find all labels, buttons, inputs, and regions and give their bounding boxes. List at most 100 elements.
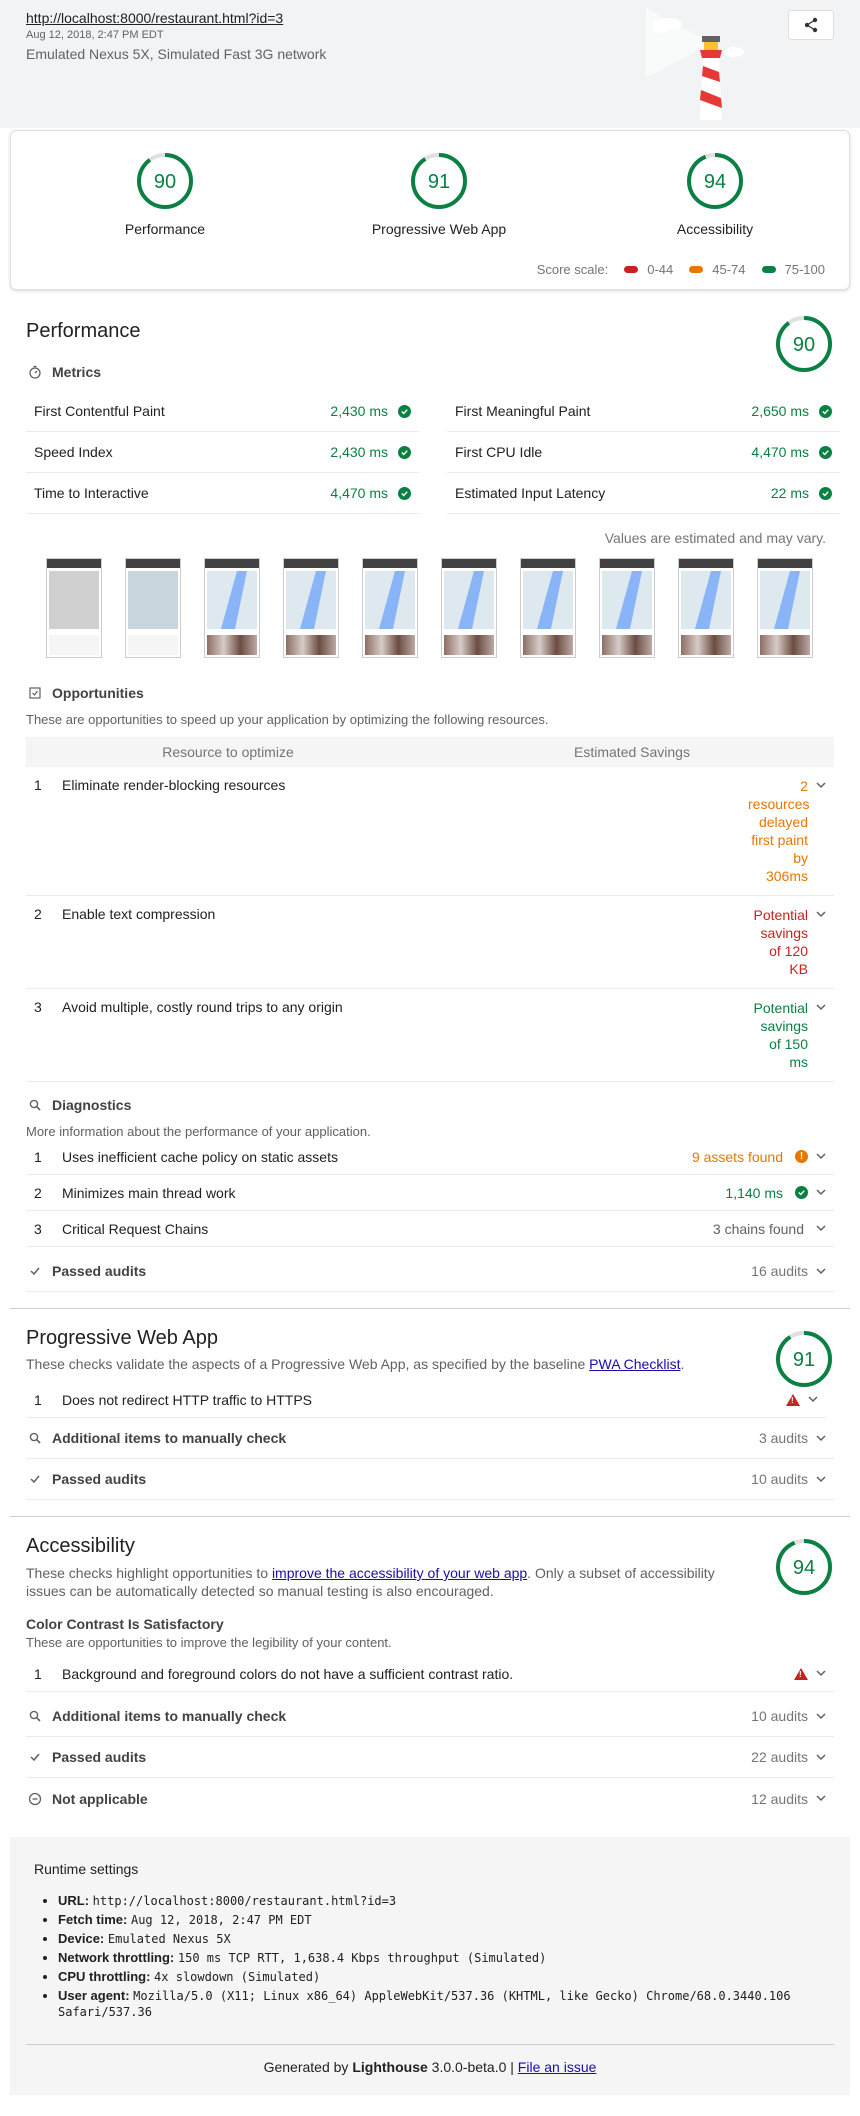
- runtime-value: Aug 12, 2018, 2:47 PM EDT: [130, 1913, 312, 1927]
- a11y-guide-link[interactable]: improve the accessibility of your web ap…: [272, 1565, 527, 1581]
- passed-label: Passed audits: [52, 1471, 147, 1487]
- accessibility-section: Accessibility 94 These checks highlight …: [0, 1535, 860, 1819]
- chevron-down-icon[interactable]: [808, 1712, 834, 1720]
- passed-label: Passed audits: [52, 1749, 147, 1765]
- pwa-description: These checks validate the aspects of a P…: [26, 1356, 834, 1372]
- scores-summary-card: 90 Performance 91 Progressive Web App 94…: [10, 130, 850, 290]
- passed-audits-row[interactable]: Passed audits 10 audits: [26, 1459, 834, 1500]
- score-value: 91: [428, 171, 450, 193]
- lighthouse-illustration-icon: [646, 8, 744, 120]
- score-value: 90: [154, 171, 176, 193]
- desc-text: These checks highlight opportunities to: [26, 1565, 272, 1581]
- metric-row: First Meaningful Paint 2,650 ms: [447, 391, 840, 432]
- diagnostic-value: 9 assets found: [691, 1148, 783, 1165]
- chevron-down-icon[interactable]: [808, 777, 834, 885]
- runtime-key: User agent:: [58, 1988, 130, 2003]
- runtime-item: User agent: Mozilla/5.0 (X11; Linux x86_…: [58, 1988, 834, 2020]
- passed-count: 10 audits: [751, 1471, 808, 1487]
- runtime-value: http://localhost:8000/restaurant.html?id…: [92, 1894, 397, 1908]
- opportunities-label: Opportunities: [52, 685, 144, 701]
- chevron-down-icon[interactable]: [808, 1670, 834, 1677]
- diagnostics-desc: More information about the performance o…: [26, 1124, 371, 1139]
- share-button[interactable]: [788, 10, 834, 40]
- passed-audits-row[interactable]: Passed audits 16 audits: [26, 1251, 834, 1292]
- row-number: 3: [34, 1220, 42, 1237]
- metric-name: First Contentful Paint: [34, 403, 165, 419]
- manual-label: Additional items to manually check: [52, 1708, 287, 1724]
- chevron-down-icon[interactable]: [808, 1153, 834, 1160]
- chevron-down-icon[interactable]: [808, 1795, 834, 1802]
- chevron-down-icon[interactable]: [808, 1267, 834, 1275]
- section-title: Progressive Web App: [26, 1327, 218, 1349]
- score-ring: 90: [137, 153, 193, 209]
- group-description: These are opportunities to improve the l…: [26, 1635, 392, 1650]
- performance-section: Performance 90 Metrics First Contentful …: [0, 316, 860, 1292]
- filmstrip-frame: [46, 558, 102, 658]
- metric-name: Time to Interactive: [34, 485, 149, 501]
- pass-check-icon: [398, 445, 411, 459]
- chevron-down-icon[interactable]: [800, 1396, 826, 1403]
- pwa-checklist-link[interactable]: PWA Checklist: [589, 1356, 680, 1372]
- diagnostic-row[interactable]: 3 Critical Request Chains 3 chains found: [26, 1211, 834, 1247]
- opportunity-row[interactable]: 1 Eliminate render-blocking resources 2 …: [26, 767, 834, 896]
- col-savings: Estimated Savings: [574, 744, 690, 760]
- passed-label: Passed audits: [52, 1263, 147, 1279]
- chevron-down-icon[interactable]: [808, 1434, 834, 1442]
- chevron-down-icon[interactable]: [808, 1753, 834, 1761]
- diagnostic-row[interactable]: 1 Uses inefficient cache policy on stati…: [26, 1139, 834, 1175]
- filmstrip-frame: [520, 558, 576, 658]
- metrics-label: Metrics: [52, 364, 102, 380]
- diagnostics-header: Diagnostics: [26, 1092, 834, 1118]
- metric-name: Estimated Input Latency: [455, 485, 606, 501]
- minus-circle-icon: [26, 1790, 44, 1808]
- chevron-down-icon[interactable]: [808, 1225, 834, 1232]
- runtime-list: URL: http://localhost:8000/restaurant.ht…: [34, 1893, 834, 2020]
- desc-text: These checks validate the aspects of a P…: [26, 1356, 590, 1372]
- search-icon: [26, 1707, 44, 1725]
- report-url-link[interactable]: http://localhost:8000/restaurant.html?id…: [26, 10, 283, 26]
- file-issue-link[interactable]: File an issue: [518, 2059, 597, 2075]
- fail-triangle-icon: !: [794, 1667, 808, 1680]
- accessibility-gauge: 94: [776, 1539, 832, 1595]
- opportunity-title: Avoid multiple, costly round trips to an…: [62, 999, 343, 1015]
- passed-audits-row[interactable]: Passed audits 22 audits: [26, 1737, 834, 1778]
- row-number: 1: [34, 777, 42, 793]
- metrics-grid: First Contentful Paint 2,430 ms First Mea…: [26, 391, 840, 514]
- runtime-item: Fetch time: Aug 12, 2018, 2:47 PM EDT: [58, 1912, 834, 1928]
- chevron-down-icon[interactable]: [808, 906, 834, 978]
- metric-value: 22 ms: [770, 485, 809, 501]
- runtime-key: Fetch time:: [58, 1912, 128, 1927]
- opportunity-row[interactable]: 3 Avoid multiple, costly round trips to …: [26, 989, 834, 1082]
- diagnostic-title: Uses inefficient cache policy on static …: [62, 1148, 338, 1165]
- gauge-accessibility[interactable]: 94 Accessibility: [615, 151, 815, 237]
- filmstrip-frame: [678, 558, 734, 658]
- manual-check-row[interactable]: Additional items to manually check 10 au…: [26, 1696, 834, 1737]
- manual-count: 3 audits: [758, 1430, 808, 1446]
- filmstrip-frame: [757, 558, 813, 658]
- diagnostic-row[interactable]: 2 Minimizes main thread work 1,140 ms: [26, 1175, 834, 1211]
- na-count: 12 audits: [751, 1790, 808, 1807]
- metric-value: 4,470 ms: [751, 444, 809, 460]
- manual-count: 10 audits: [751, 1708, 808, 1724]
- report-footer: Generated by Lighthouse 3.0.0-beta.0 | F…: [26, 2044, 834, 2075]
- manual-check-row[interactable]: Additional items to manually check 3 aud…: [26, 1418, 834, 1459]
- gauge-performance[interactable]: 90 Performance: [65, 151, 265, 237]
- na-label: Not applicable: [52, 1790, 148, 1807]
- diagnostic-value: 3 chains found: [712, 1220, 804, 1237]
- audit-title: Does not redirect HTTP traffic to HTTPS: [62, 1391, 313, 1408]
- score-value: 91: [793, 1349, 815, 1371]
- pwa-failed-audit-row[interactable]: 1 Does not redirect HTTP traffic to HTTP…: [26, 1382, 826, 1418]
- chevron-down-icon[interactable]: [808, 1189, 834, 1196]
- a11y-failed-audit-row[interactable]: 1 Background and foreground colors do no…: [26, 1656, 834, 1692]
- scale-range: 45-74: [712, 262, 746, 277]
- diagnostic-value: 1,140 ms: [725, 1184, 783, 1201]
- gauge-pwa[interactable]: 91 Progressive Web App: [339, 151, 539, 237]
- check-icon: [26, 1262, 44, 1280]
- not-applicable-row[interactable]: Not applicable 12 audits: [26, 1778, 834, 1819]
- pass-check-icon: [398, 486, 411, 500]
- manual-label: Additional items to manually check: [52, 1430, 287, 1446]
- opportunity-row[interactable]: 2 Enable text compression Potential savi…: [26, 896, 834, 989]
- chevron-down-icon[interactable]: [808, 999, 834, 1071]
- chevron-down-icon[interactable]: [808, 1475, 834, 1483]
- section-title: Performance: [26, 320, 141, 342]
